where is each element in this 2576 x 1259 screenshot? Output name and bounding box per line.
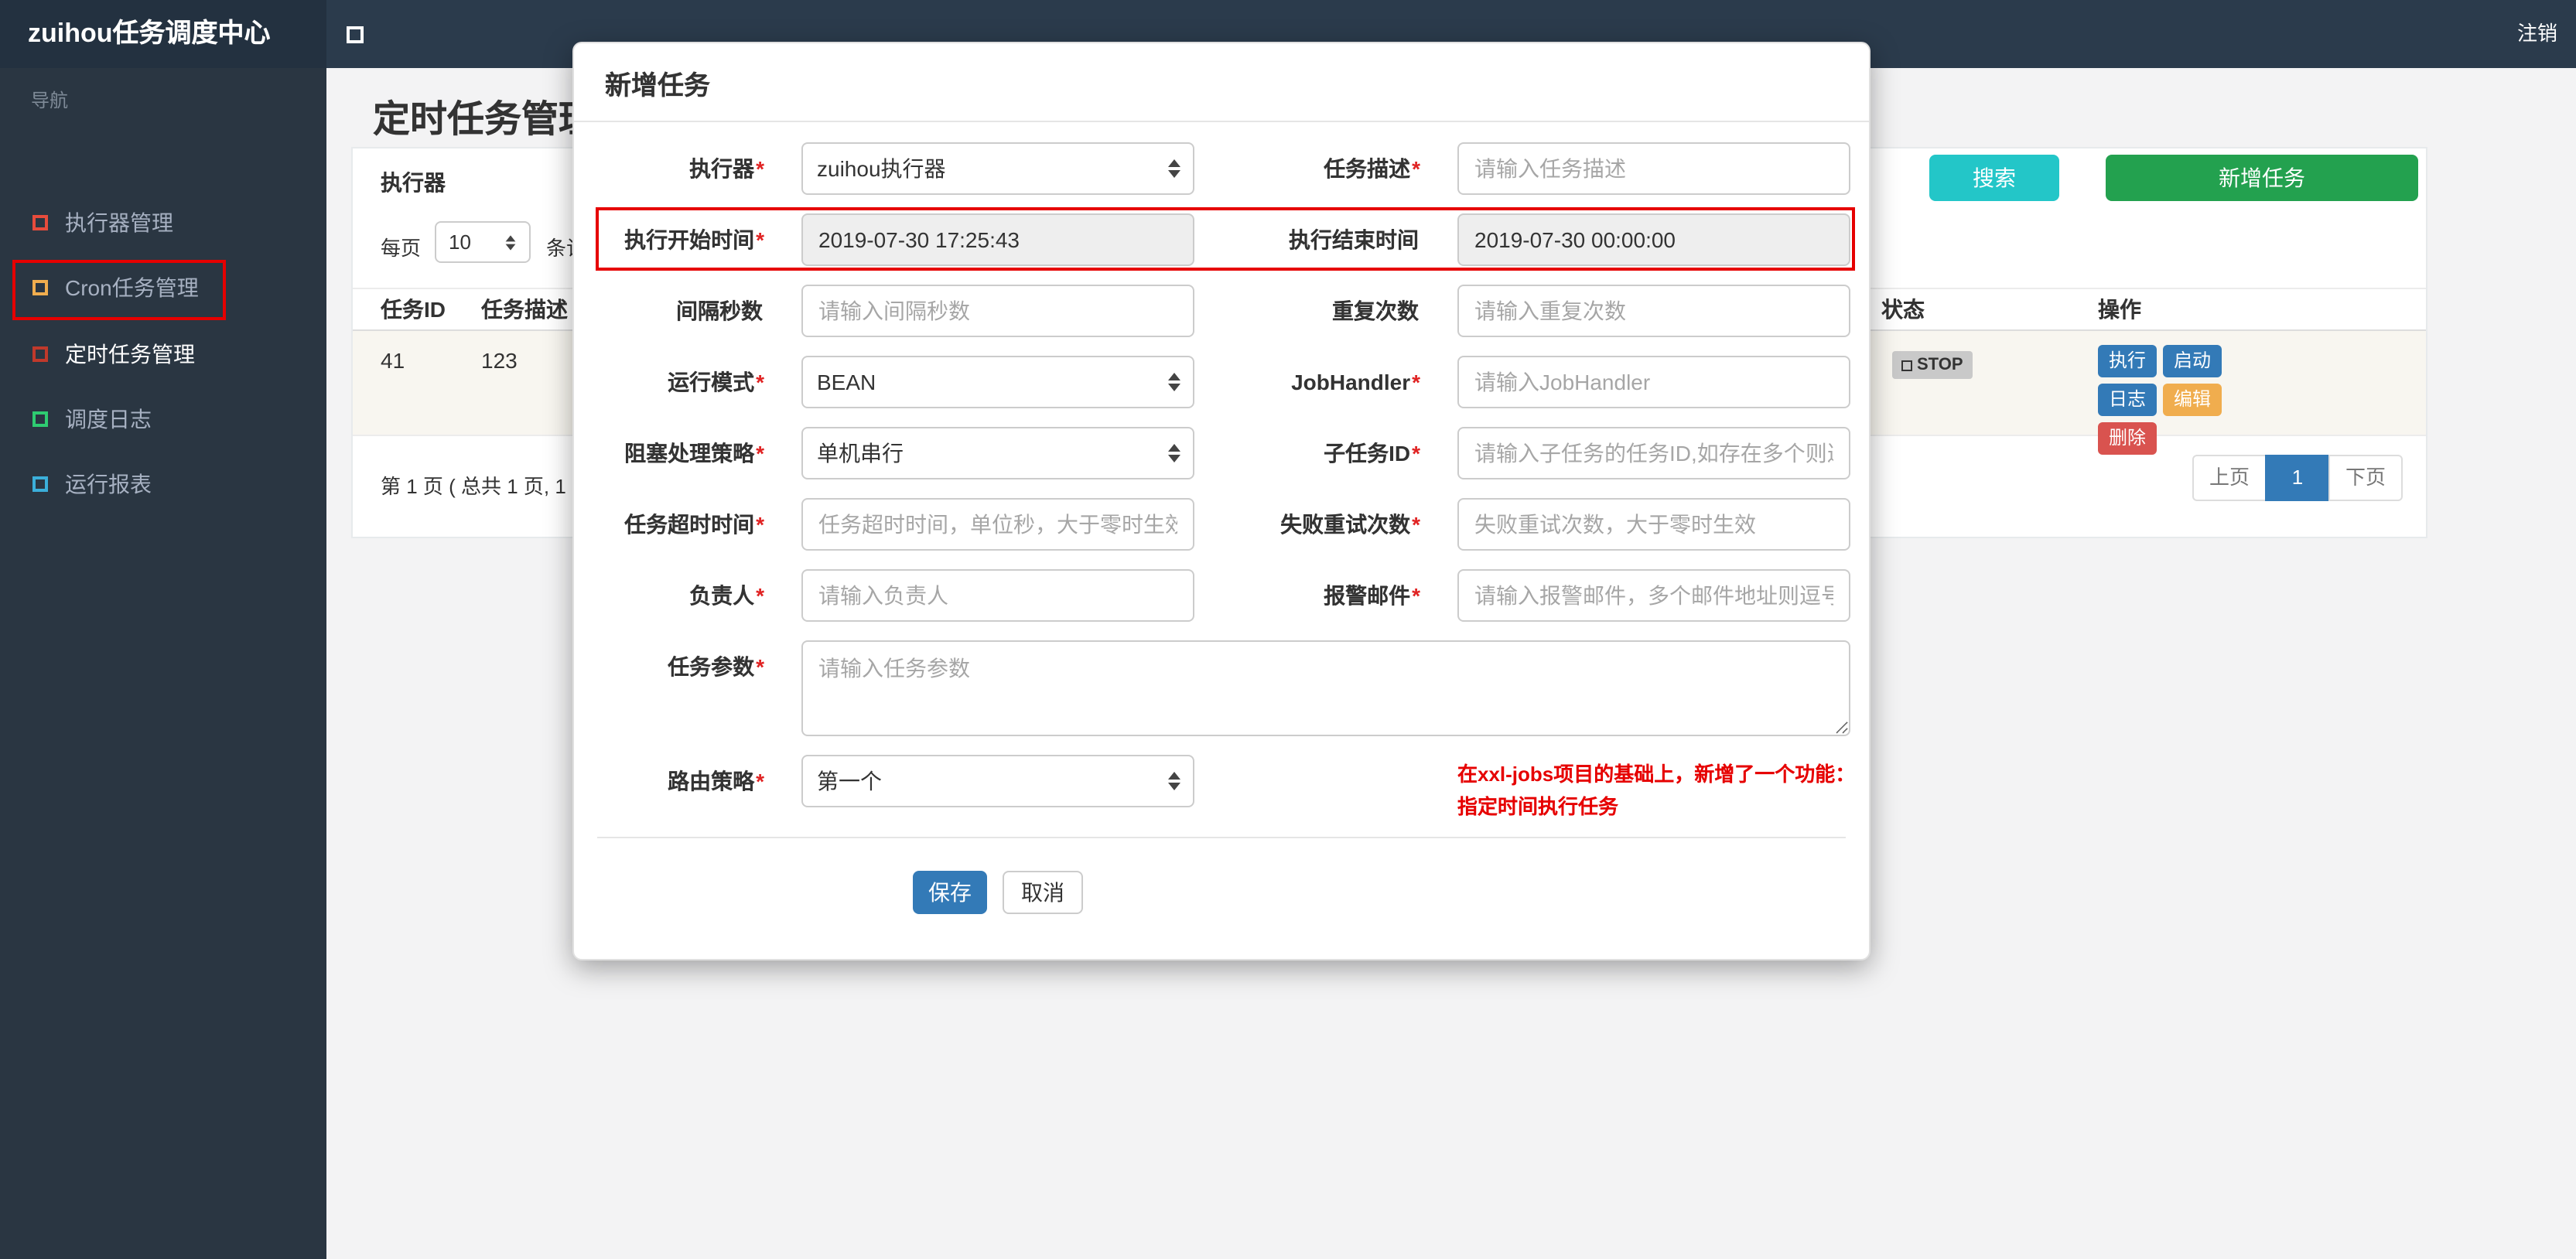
alarm-email-label: 报警邮件 *	[1324, 583, 1420, 608]
col-task-id: 任务ID	[381, 297, 446, 322]
child-task-id-input[interactable]	[1457, 427, 1850, 479]
cancel-button[interactable]: 取消	[1003, 871, 1083, 914]
start-button[interactable]: 启动	[2163, 345, 2222, 377]
sidebar-item-label: 调度日志	[65, 407, 152, 432]
run-mode-label: 运行模式 *	[668, 370, 764, 394]
child-task-id-label: 子任务ID *	[1324, 441, 1420, 466]
cell-task-desc: 123	[481, 348, 518, 373]
form-row-exec-time: 执行开始时间* 执行结束时间	[574, 213, 1869, 266]
repeat-count-label: 重复次数	[1332, 299, 1419, 323]
task-params-textarea[interactable]	[801, 640, 1850, 736]
form-row-owner: 负责人* 报警邮件*	[574, 569, 1869, 622]
modal-header: 新增任务	[574, 43, 1869, 122]
sidebar-item-executor-mgmt[interactable]: 执行器管理	[0, 190, 326, 255]
log-button[interactable]: 日志	[2098, 384, 2157, 416]
form-row-executor: 执行器 * zuihou执行器 任务描述 *	[574, 142, 1869, 195]
delete-button[interactable]: 删除	[2098, 422, 2157, 455]
executor-label: 执行器 *	[689, 156, 764, 181]
brand-logo: zuihou任务调度中心	[0, 0, 326, 68]
square-icon	[1901, 360, 1912, 370]
row-actions: 执行 启动 日志 编辑 删除	[2098, 345, 2280, 455]
prev-page-button[interactable]: 上页	[2192, 455, 2267, 501]
col-actions: 操作	[2098, 297, 2141, 322]
jobhandler-input[interactable]	[1457, 356, 1850, 408]
form-row-runmode: 运行模式 * BEAN JobHandler *	[574, 356, 1869, 408]
repeat-count-input[interactable]	[1457, 285, 1850, 337]
cell-task-id: 41	[381, 348, 405, 373]
col-status: 状态	[1881, 297, 1925, 322]
start-time-label: 执行开始时间 *	[624, 227, 764, 252]
form-row-timeout: 任务超时时间* 失败重试次数*	[574, 498, 1869, 551]
square-icon	[32, 280, 48, 295]
logout-link[interactable]: 注销	[2517, 0, 2557, 68]
block-strategy-label: 阻塞处理策略 *	[624, 441, 764, 466]
retry-count-input[interactable]	[1457, 498, 1850, 551]
end-time-input[interactable]	[1457, 213, 1850, 266]
feature-note: 在xxl-jobs项目的基础上，新增了一个功能： 指定时间执行任务	[1457, 763, 1856, 818]
pagination: 上页 1 下页	[2192, 455, 2403, 501]
route-strategy-label: 路由策略 *	[668, 769, 764, 793]
task-params-label: 任务参数 *	[668, 654, 764, 679]
interval-seconds-input[interactable]	[801, 285, 1194, 337]
app-stage: zuihou任务调度中心 注销 导航 执行器管理 Cron任务管理 定时任务管理…	[0, 0, 2576, 1259]
sidebar-item-label: 执行器管理	[65, 210, 173, 235]
edit-button[interactable]: 编辑	[2163, 384, 2222, 416]
per-page-label: 每页	[381, 237, 422, 260]
run-button[interactable]: 执行	[2098, 345, 2157, 377]
sidebar: 导航 执行器管理 Cron任务管理 定时任务管理 调度日志 运行报表	[0, 68, 326, 1259]
next-page-button[interactable]: 下页	[2328, 455, 2403, 501]
sidebar-toggle-icon[interactable]	[347, 26, 364, 43]
task-desc-input[interactable]	[1457, 142, 1850, 195]
sidebar-item-label: 运行报表	[65, 472, 152, 496]
page-title: 定时任务管理	[373, 99, 596, 141]
add-task-modal: 新增任务 执行器* zuihou执行器 任务描述* 执行开始时间* 执行结束	[572, 42, 1871, 960]
task-desc-label: 任务描述 *	[1324, 156, 1420, 181]
sidebar-item-run-report[interactable]: 运行报表	[0, 452, 326, 517]
search-button[interactable]: 搜索	[1929, 155, 2059, 201]
per-page-select[interactable]: 10	[435, 221, 531, 263]
owner-label: 负责人 *	[689, 583, 764, 608]
interval-label: 间隔秒数	[676, 299, 763, 323]
form-row-interval: 间隔秒数 重复次数	[574, 285, 1869, 337]
form-row-params: 任务参数 *	[574, 640, 1869, 736]
status-badge: STOP	[1892, 351, 1973, 379]
square-icon	[32, 346, 48, 362]
save-button[interactable]: 保存	[913, 871, 987, 914]
timeout-label: 任务超时时间 *	[624, 512, 764, 537]
per-page-select-wrap: 10	[435, 221, 531, 263]
block-strategy-select[interactable]: 单机串行	[801, 427, 1194, 479]
owner-input[interactable]	[801, 569, 1194, 622]
sidebar-item-cron-task-mgmt[interactable]: Cron任务管理	[0, 255, 326, 320]
jobhandler-label: JobHandler *	[1291, 370, 1420, 394]
square-icon	[32, 411, 48, 427]
page-1-button[interactable]: 1	[2264, 455, 2330, 501]
col-task-desc: 任务描述	[481, 297, 568, 322]
sidebar-item-label: 定时任务管理	[65, 342, 195, 367]
add-task-button[interactable]: 新增任务	[2106, 155, 2418, 201]
modal-body: 执行器* zuihou执行器 任务描述* 执行开始时间* 执行结束时间	[574, 122, 1869, 818]
end-time-label: 执行结束时间	[1289, 227, 1419, 252]
pagination-summary: 第 1 页 ( 总共 1 页, 1	[381, 475, 566, 498]
sidebar-item-label: Cron任务管理	[65, 275, 199, 300]
run-mode-select[interactable]: BEAN	[801, 356, 1194, 408]
executor-filter-label: 执行器	[381, 170, 446, 195]
sidebar-item-timed-task-mgmt[interactable]: 定时任务管理	[0, 322, 326, 387]
modal-title: 新增任务	[605, 70, 710, 100]
start-time-input[interactable]	[801, 213, 1194, 266]
form-row-block-strategy: 阻塞处理策略 * 单机串行 子任务ID *	[574, 427, 1869, 479]
retry-count-label: 失败重试次数 *	[1280, 512, 1420, 537]
sidebar-item-dispatch-log[interactable]: 调度日志	[0, 387, 326, 452]
alarm-email-input[interactable]	[1457, 569, 1850, 622]
modal-footer-divider	[597, 837, 1846, 838]
sidebar-header: 导航	[31, 90, 69, 111]
square-icon	[32, 215, 48, 230]
form-row-route: 路由策略 * 第一个 在xxl-jobs项目的基础上，新增了一个功能： 指定时间执…	[574, 755, 1869, 818]
square-icon	[32, 476, 48, 492]
executor-select[interactable]: zuihou执行器	[801, 142, 1194, 195]
timeout-input[interactable]	[801, 498, 1194, 551]
route-strategy-select[interactable]: 第一个	[801, 755, 1194, 807]
